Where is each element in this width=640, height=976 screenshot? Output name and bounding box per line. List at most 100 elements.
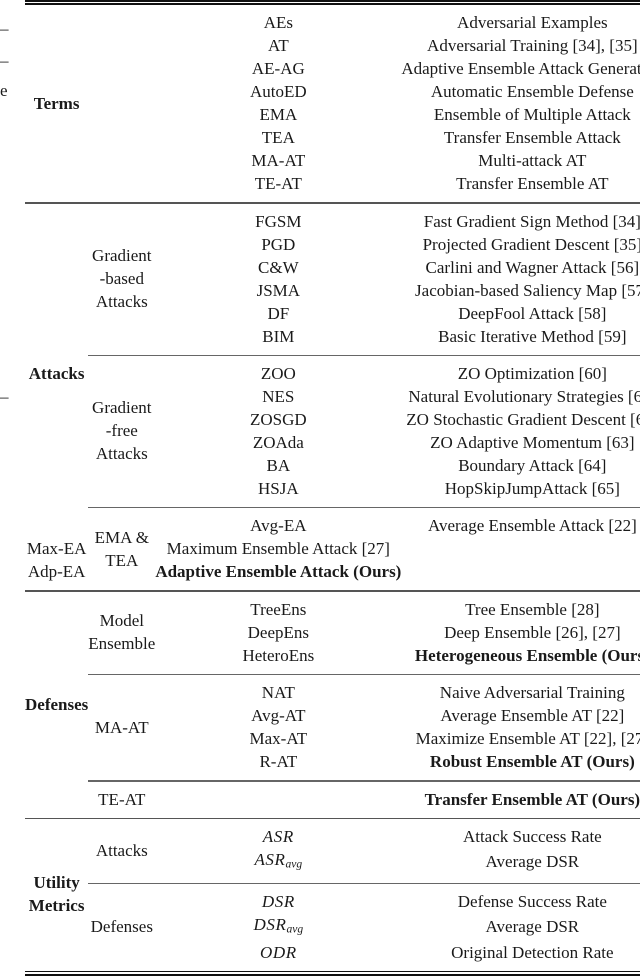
metric-symbol: ASR (254, 850, 286, 870)
table-row: MA-AT NAT Naive Adversarial Training (25, 681, 640, 737)
desc-cell: Fast Gradient Sign Method [34] (423, 211, 640, 231)
section-label-defenses: Defenses (25, 694, 89, 714)
spacer (25, 964, 640, 971)
metric-symbol: DSR (253, 914, 287, 934)
metric-subscript: avg (286, 922, 304, 936)
desc-cell: Multi-attack AT (478, 151, 587, 170)
group-label-terms (88, 11, 155, 195)
abbr-cell: DF (267, 303, 290, 323)
abbr-cell-math: ASR (155, 825, 401, 848)
abbr-cell: TE-AT (254, 174, 302, 193)
abbr-cell: Max-AT (249, 729, 308, 749)
desc-cell: HopSkipJumpAttack [65] (444, 478, 620, 498)
desc-cell: Adversarial Examples (457, 13, 608, 32)
desc-cell: Basic Iterative Method [59] (438, 326, 627, 346)
group-label-line: MA-AT (94, 717, 149, 737)
abbr-cell: FGSM (255, 211, 302, 231)
desc-cell: Ensemble of Multiple Attack (433, 105, 631, 124)
group-label-gradient-based: Gradient -based Attacks (88, 210, 155, 348)
desc-cell: Tree Ensemble [28] (465, 599, 600, 619)
desc-cell: Average DSR (485, 917, 580, 937)
desc-cell: Naive Adversarial Training (439, 683, 625, 703)
spacer (25, 876, 640, 883)
group-label-line: -free (105, 421, 138, 441)
abbr-cell: TreeEns (250, 599, 307, 619)
desc-cell: Average Ensemble AT [22] (440, 706, 625, 726)
abbr-cell: AE-AG (251, 59, 305, 78)
abbr-cell (155, 788, 401, 811)
section-label-attacks: Attacks (28, 363, 85, 383)
terminology-table: Terms AEs Adversarial Examples AT Advers… (25, 0, 640, 976)
desc-cell: Deep Ensemble [26], [27] (444, 622, 621, 642)
margin-fragment-char: e (0, 81, 8, 100)
table-row: Defenses DSR Defense Success Rate (25, 890, 640, 936)
desc-cell: Maximum Ensemble Attack [27] (166, 539, 390, 559)
desc-cell: Attack Success Rate (462, 827, 602, 847)
table-row: Defenses Model Ensemble TreeEns Tree Ens… (25, 598, 640, 714)
abbr-cell-math: ASRavg (155, 848, 401, 876)
desc-cell: Average DSR (485, 852, 580, 872)
group-label-gradient-free: Gradient -free Attacks (88, 362, 155, 500)
group-label-line: TEA (105, 550, 139, 570)
desc-cell: Original Detection Rate (451, 942, 614, 962)
abbr-cell: Max-EA (26, 539, 87, 559)
group-label-ema-tea: EMA & TEA (88, 514, 155, 583)
table-bottom-rule (25, 970, 640, 976)
desc-cell: Maximize Ensemble AT [22], [27] (415, 729, 640, 749)
abbr-cell: TEA (261, 128, 295, 147)
abbr-cell: Avg-EA (250, 516, 307, 536)
abbr-cell: PGD (261, 234, 296, 254)
metric-symbol: ODR (259, 942, 297, 962)
table-row: Utility Metrics Attacks ASR Attack Succe… (25, 825, 640, 915)
desc-cell: Natural Evolutionary Strategies [61] (408, 386, 640, 406)
metric-symbol: ASR (262, 827, 294, 847)
group-label-line: Gradient (92, 246, 152, 265)
abbr-cell: BA (266, 455, 291, 475)
desc-cell: Adaptive Ensemble Attack (Ours) (155, 562, 402, 582)
abbr-cell: NAT (261, 683, 295, 703)
desc-cell: Defense Success Rate (457, 891, 607, 911)
section-label-terms: Terms (33, 93, 80, 113)
desc-cell: Transfer Ensemble Attack (443, 128, 621, 147)
abbr-cell: NES (262, 386, 295, 406)
desc-cell: Automatic Ensemble Defense (430, 82, 634, 101)
spacer (25, 195, 640, 202)
table-row: Gradient -free Attacks ZOO ZO Optimizati… (25, 362, 640, 464)
section-label-line: Utility (33, 873, 80, 893)
spacer (25, 583, 640, 590)
desc-cell: Robust Ensemble AT (Ours) (429, 752, 635, 772)
table-top-rule (25, 0, 640, 5)
desc-cell: Heterogeneous Ensemble (Ours) (414, 645, 640, 665)
spacer (25, 500, 640, 507)
desc-cell: Boundary Attack [64] (458, 455, 607, 475)
abbr-cell: ZOSGD (249, 409, 307, 429)
desc-cell: Adversarial Training [34], [35] (427, 36, 638, 55)
abbr-cell: DeepEns (247, 622, 310, 642)
group-label-line: Gradient (92, 398, 152, 418)
margin-fragment-dash-2: – (0, 51, 9, 70)
abbr-cell-math: DSR (155, 890, 401, 913)
abbr-cell: JSMA (256, 280, 301, 300)
abbr-cell: ZOAda (252, 432, 304, 452)
desc-cell: Jacobian-based Saliency Map [57] (415, 280, 640, 300)
desc-cell: Average Ensemble Attack [22] (427, 516, 637, 536)
group-label-line: Attacks (95, 444, 148, 464)
spacer (25, 811, 640, 818)
spacer (25, 773, 640, 780)
abbr-cell: BIM (262, 326, 295, 346)
group-label-metrics-defenses: Defenses (90, 917, 153, 937)
abbr-cell: AT (267, 36, 289, 55)
spacer (25, 667, 640, 674)
abbr-cell-math: ODR (155, 941, 401, 964)
section-label-line: Metrics (28, 896, 85, 916)
abbr-cell: MA-AT (251, 151, 306, 170)
group-label-model-ensemble: Model Ensemble (88, 598, 155, 667)
margin-fragment-dash-3: – (0, 387, 9, 406)
group-label-te-at: TE-AT (98, 789, 146, 809)
group-label-metrics-attacks: Attacks (95, 840, 148, 860)
desc-cell: ZO Optimization [60] (457, 363, 607, 383)
abbr-cell: HSJA (258, 478, 299, 498)
margin-fragment-dash-1: – (0, 19, 9, 38)
desc-cell: Carlini and Wagner Attack [56] (425, 257, 640, 277)
group-label-line: -based (99, 269, 144, 288)
